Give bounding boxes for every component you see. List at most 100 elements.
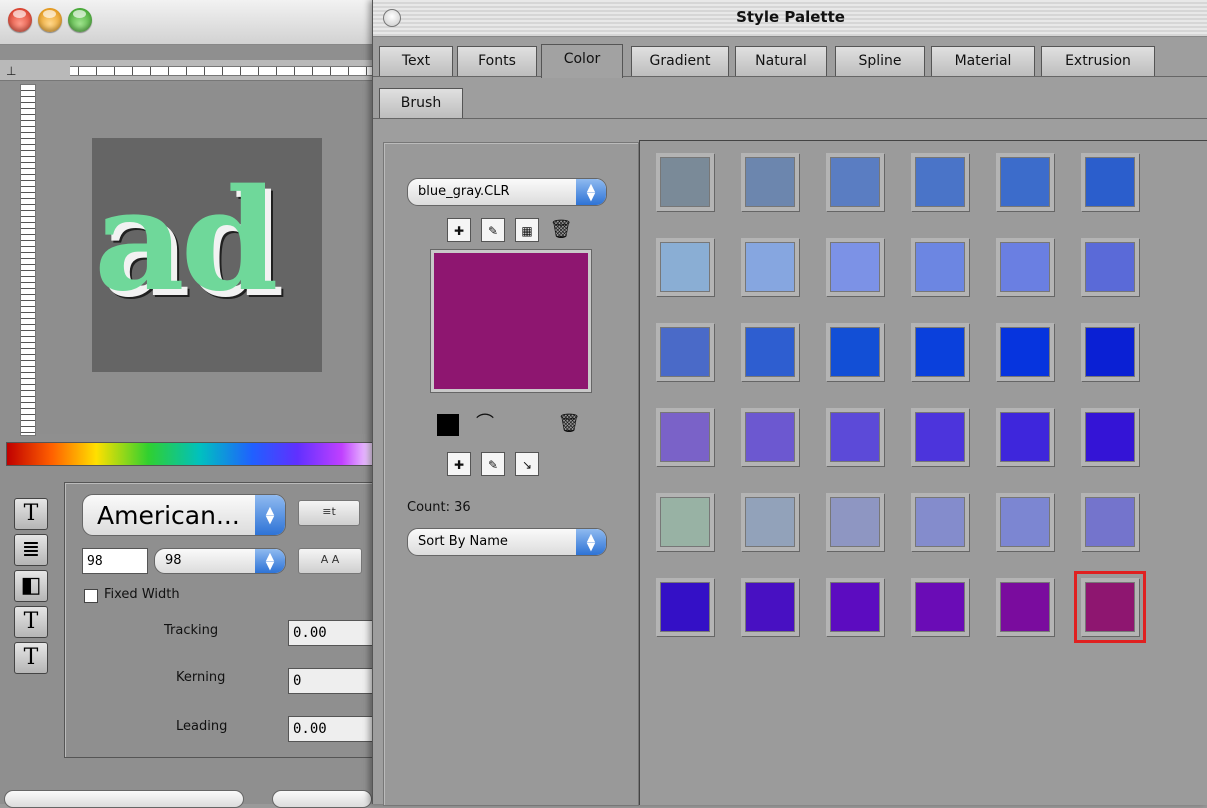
font-size-field[interactable]: 98 xyxy=(82,548,148,574)
close-window-button[interactable] xyxy=(8,8,32,32)
tab-extrusion[interactable]: Extrusion xyxy=(1041,46,1155,76)
color-swatch[interactable] xyxy=(741,578,799,636)
color-swatch[interactable] xyxy=(996,578,1054,636)
document-window: ⊥ ad T ≣ ◧ T T American... ▲ ▼ ≡t 98 98 ▲… xyxy=(0,0,380,808)
color-swatch[interactable] xyxy=(1081,238,1139,296)
new-swatch-file-icon[interactable]: ✚ xyxy=(447,218,471,242)
swatch-grid xyxy=(639,140,1207,805)
font-select-value: American... xyxy=(97,501,240,530)
color-swatch[interactable] xyxy=(656,408,714,466)
delete-color-icon[interactable]: 🗑 xyxy=(557,412,581,436)
case-button[interactable]: A A xyxy=(298,548,362,574)
color-swatch[interactable] xyxy=(1074,571,1146,643)
color-swatch[interactable] xyxy=(911,238,969,296)
color-swatch[interactable] xyxy=(1081,323,1139,381)
font-size-select[interactable]: 98 ▲ ▼ xyxy=(154,548,286,574)
color-swatch[interactable] xyxy=(911,493,969,551)
color-swatch[interactable] xyxy=(911,578,969,636)
color-swatch[interactable] xyxy=(996,323,1054,381)
ruler-track xyxy=(70,66,376,76)
color-swatch[interactable] xyxy=(996,238,1054,296)
align-button[interactable]: ≡t xyxy=(298,500,360,526)
ruler-origin-icon[interactable]: ⊥ xyxy=(6,64,16,78)
color-swatch[interactable] xyxy=(656,493,714,551)
color-swatch[interactable] xyxy=(741,153,799,211)
type-tools: T ≣ ◧ T T xyxy=(14,498,54,678)
document-titlebar xyxy=(0,0,378,45)
tab-fonts[interactable]: Fonts xyxy=(457,46,537,76)
font-select[interactable]: American... ▲ ▼ xyxy=(82,494,286,536)
color-swatch[interactable] xyxy=(996,153,1054,211)
color-swatch[interactable] xyxy=(996,408,1054,466)
grid-view-icon[interactable]: ▦ xyxy=(515,218,539,242)
zoom-window-button[interactable] xyxy=(68,8,92,32)
tracking-field[interactable]: 0.00 xyxy=(288,620,378,646)
color-count: Count: 36 xyxy=(407,500,471,515)
fill-tool-button[interactable]: ◧ xyxy=(14,570,48,602)
color-swatch[interactable] xyxy=(826,408,884,466)
popup-arrows-icon: ▲ ▼ xyxy=(255,495,285,535)
apply-color-icon[interactable]: ↘ xyxy=(515,452,539,476)
color-swatch[interactable] xyxy=(741,408,799,466)
paragraph-tool-button[interactable]: ≣ xyxy=(14,534,48,566)
sort-select-value: Sort By Name xyxy=(418,534,508,549)
leading-label: Leading xyxy=(176,719,228,734)
eyedropper-icon[interactable]: ⌒ xyxy=(473,412,497,436)
text-tool-button[interactable]: T xyxy=(14,498,48,530)
palette-titlebar: Style Palette xyxy=(373,0,1207,37)
popup-arrows-icon: ▲ ▼ xyxy=(576,529,606,555)
swatch-file-actions: ✚ ✎ ▦ 🗑 xyxy=(447,218,573,242)
color-swatch[interactable] xyxy=(826,323,884,381)
kerning-label: Kerning xyxy=(176,670,226,685)
color-swatch[interactable] xyxy=(911,153,969,211)
tab-gradient[interactable]: Gradient xyxy=(631,46,729,76)
preview-text: ad xyxy=(94,159,279,323)
bottom-left-select[interactable] xyxy=(4,790,244,808)
leading-field[interactable]: 0.00 xyxy=(288,716,378,742)
color-swatch[interactable] xyxy=(741,493,799,551)
fixed-width-checkbox[interactable] xyxy=(84,589,98,603)
tab-spline[interactable]: Spline xyxy=(835,46,925,76)
color-swatch[interactable] xyxy=(996,493,1054,551)
swatch-file-value: blue_gray.CLR xyxy=(418,184,510,199)
tab-text[interactable]: Text xyxy=(379,46,453,76)
color-swatch[interactable] xyxy=(656,578,714,636)
edit-swatch-file-icon[interactable]: ✎ xyxy=(481,218,505,242)
tab-natural[interactable]: Natural xyxy=(735,46,827,76)
edit-color-icon[interactable]: ✎ xyxy=(481,452,505,476)
tab-brush[interactable]: Brush xyxy=(379,88,463,118)
new-color-icon[interactable]: ✚ xyxy=(447,452,471,476)
color-swatch[interactable] xyxy=(1081,493,1139,551)
color-actions: ✚ ✎ ↘ xyxy=(447,452,539,476)
sort-select[interactable]: Sort By Name ▲ ▼ xyxy=(407,528,607,556)
swatch-file-select[interactable]: blue_gray.CLR ▲ ▼ xyxy=(407,178,607,206)
bottom-zoom-select[interactable] xyxy=(272,790,372,808)
tab-material[interactable]: Material xyxy=(931,46,1035,76)
minimize-window-button[interactable] xyxy=(38,8,62,32)
color-swatch[interactable] xyxy=(911,323,969,381)
text-preview[interactable]: ad xyxy=(92,138,322,372)
color-swatch[interactable] xyxy=(656,323,714,381)
color-swatch[interactable] xyxy=(826,493,884,551)
color-swatch[interactable] xyxy=(741,323,799,381)
kerning-field[interactable]: 0 xyxy=(288,668,378,694)
black-color-chip[interactable] xyxy=(437,414,459,436)
palette-tabs: Text Fonts Color Gradient Natural Spline… xyxy=(373,42,1207,78)
outline-text-tool-button[interactable]: T xyxy=(14,606,48,638)
vertical-ruler xyxy=(20,84,36,436)
shadow-text-tool-button[interactable]: T xyxy=(14,642,48,674)
tab-color[interactable]: Color xyxy=(541,44,623,78)
color-spectrum-bar[interactable] xyxy=(6,442,380,466)
color-swatch[interactable] xyxy=(656,153,714,211)
color-swatch[interactable] xyxy=(656,238,714,296)
color-swatch[interactable] xyxy=(826,238,884,296)
color-swatch[interactable] xyxy=(1081,153,1139,211)
palette-tabs-row2: Brush xyxy=(373,84,1207,119)
color-swatch[interactable] xyxy=(741,238,799,296)
trash-icon[interactable]: 🗑 xyxy=(549,218,573,242)
color-swatch[interactable] xyxy=(911,408,969,466)
color-swatch[interactable] xyxy=(826,578,884,636)
color-swatch[interactable] xyxy=(826,153,884,211)
style-palette-window: Style Palette Text Fonts Color Gradient … xyxy=(372,0,1207,806)
color-swatch[interactable] xyxy=(1081,408,1139,466)
